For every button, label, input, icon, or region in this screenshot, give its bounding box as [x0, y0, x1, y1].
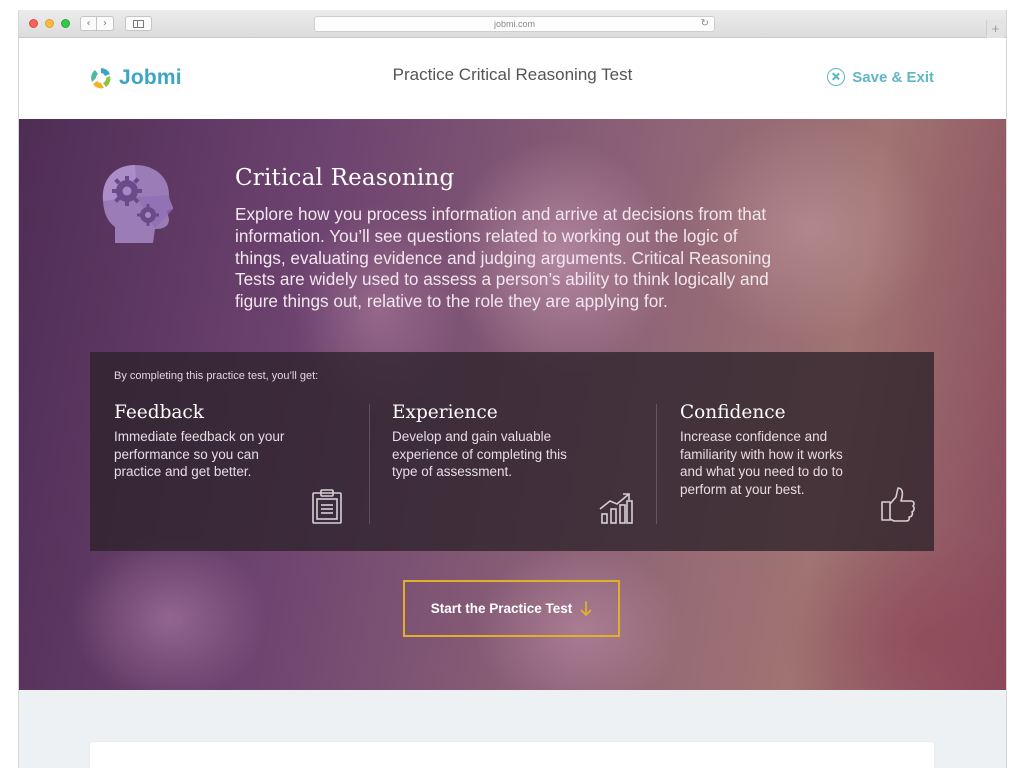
start-practice-test-button[interactable]: Start the Practice Test	[403, 580, 620, 637]
benefit-text: Increase confidence and familiarity with…	[680, 429, 843, 497]
chevron-right-icon: ›	[103, 18, 107, 29]
start-practice-test-label: Start the Practice Test	[430, 601, 573, 616]
save-and-exit-button[interactable]: Save & Exit	[827, 68, 934, 86]
site-header: Jobmi Practice Critical Reasoning Test S…	[19, 39, 1006, 119]
minimize-window-button[interactable]	[45, 19, 54, 28]
sidebar-toggle-button[interactable]	[125, 16, 152, 31]
benefits-panel: By completing this practice test, you’ll…	[90, 352, 934, 551]
benefit-text: Immediate feedback on your performance s…	[114, 429, 285, 479]
chevron-left-icon: ‹	[86, 18, 91, 29]
hero-section: Critical Reasoning Explore how you proce…	[19, 119, 1006, 690]
hero-title: Critical Reasoning	[235, 165, 455, 191]
close-circle-icon	[827, 68, 846, 86]
zoom-window-button[interactable]	[61, 19, 70, 28]
reload-icon[interactable]: ↻	[701, 17, 709, 31]
benefit-text: Develop and gain valuable experience of …	[392, 429, 567, 479]
sidebar-icon	[133, 20, 144, 28]
benefit-divider	[656, 404, 657, 524]
arrow-down-icon	[580, 600, 592, 616]
benefit-divider	[369, 404, 370, 524]
thumbs-up-icon	[881, 487, 915, 522]
address-bar[interactable]: jobmi.com ↻	[314, 16, 715, 32]
back-button[interactable]: ‹	[80, 16, 97, 31]
benefit-title: Feedback	[114, 402, 205, 423]
clipboard-icon	[312, 489, 342, 524]
content-card	[90, 742, 934, 768]
head-gears-icon	[102, 165, 173, 243]
new-tab-button[interactable]: +	[986, 20, 1004, 38]
browser-window: ‹ › jobmi.com ↻ + Jobmi Practice Critica…	[18, 10, 1007, 768]
benefit-title: Experience	[392, 402, 498, 423]
close-window-button[interactable]	[29, 19, 38, 28]
hero-description: Explore how you process information and …	[235, 204, 772, 312]
growth-chart-icon	[599, 493, 633, 524]
save-and-exit-label: Save & Exit	[852, 68, 934, 86]
forward-button[interactable]: ›	[97, 16, 114, 31]
browser-toolbar: ‹ › jobmi.com ↻ +	[19, 10, 1006, 38]
url-text: jobmi.com	[493, 19, 535, 29]
benefit-title: Confidence	[680, 402, 786, 423]
content-area	[19, 690, 1006, 768]
benefits-intro: By completing this practice test, you’ll…	[114, 370, 319, 382]
